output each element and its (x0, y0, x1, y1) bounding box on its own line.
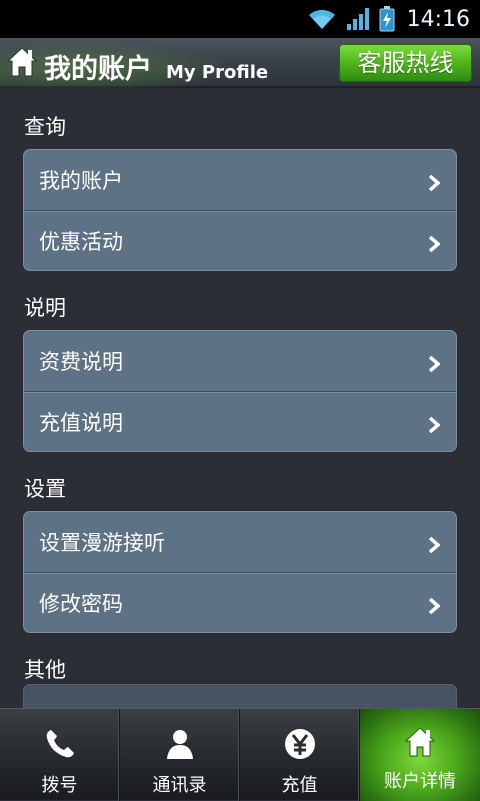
tab-contacts[interactable]: 通讯录 (120, 709, 240, 801)
signal-icon (345, 6, 371, 32)
list-item-promotions[interactable]: 优惠活动 (24, 210, 456, 270)
list-item-tariff-info[interactable]: 资费说明 (24, 331, 456, 391)
chevron-right-icon (428, 172, 441, 196)
tab-label: 拨号 (41, 775, 78, 796)
list-item-label: 我的账户 (39, 169, 123, 193)
tab-recharge[interactable]: 充值 (240, 709, 360, 801)
list-item-roaming-answer[interactable]: 设置漫游接听 (24, 512, 456, 572)
query-card: 我的账户 优惠活动 (23, 149, 457, 271)
list-item-label: 优惠活动 (39, 229, 123, 254)
page-title: 我的账户 (44, 54, 152, 85)
battery-icon (379, 6, 395, 32)
list-item-label: 资费说明 (39, 350, 123, 374)
section-title-info: 说明 (24, 296, 66, 320)
status-bar: 14:16 (0, 0, 480, 38)
page-subtitle: My Profile (166, 62, 269, 83)
list-item-label: 充值说明 (39, 410, 123, 435)
yen-icon (283, 727, 317, 761)
contact-icon (163, 727, 197, 761)
clock: 14:16 (406, 6, 470, 32)
section-title-other: 其他 (24, 658, 66, 682)
list-item-label: 修改密码 (39, 591, 123, 616)
home-icon (403, 725, 437, 759)
tab-label: 充值 (281, 775, 318, 796)
list-item-recharge-info[interactable]: 充值说明 (24, 391, 456, 451)
tab-label: 通讯录 (152, 775, 207, 796)
chevron-right-icon (428, 414, 441, 438)
chevron-right-icon (428, 534, 441, 558)
tab-account-details[interactable]: 账户详情 (360, 709, 480, 801)
tab-dial[interactable]: 拨号 (0, 709, 120, 801)
header: 我的账户 My Profile 客服热线 (0, 38, 480, 88)
chevron-right-icon (428, 233, 441, 257)
list-item-change-password[interactable]: 修改密码 (24, 572, 456, 632)
section-title-query: 查询 (24, 115, 66, 139)
bottom-tab-bar: 拨号 通讯录 充值 账户详情 (0, 708, 480, 801)
chevron-right-icon (428, 595, 441, 619)
chevron-right-icon (428, 353, 441, 377)
wifi-icon (307, 7, 337, 31)
customer-hotline-button[interactable]: 客服热线 (339, 44, 472, 82)
settings-card: 设置漫游接听 修改密码 (23, 511, 457, 633)
phone-icon (43, 727, 77, 761)
info-card: 资费说明 充值说明 (23, 330, 457, 452)
tab-label: 账户详情 (384, 771, 456, 792)
home-icon[interactable] (5, 45, 39, 83)
list-item-my-account[interactable]: 我的账户 (24, 150, 456, 210)
list-item-label: 设置漫游接听 (39, 531, 165, 555)
section-title-settings: 设置 (24, 477, 66, 501)
